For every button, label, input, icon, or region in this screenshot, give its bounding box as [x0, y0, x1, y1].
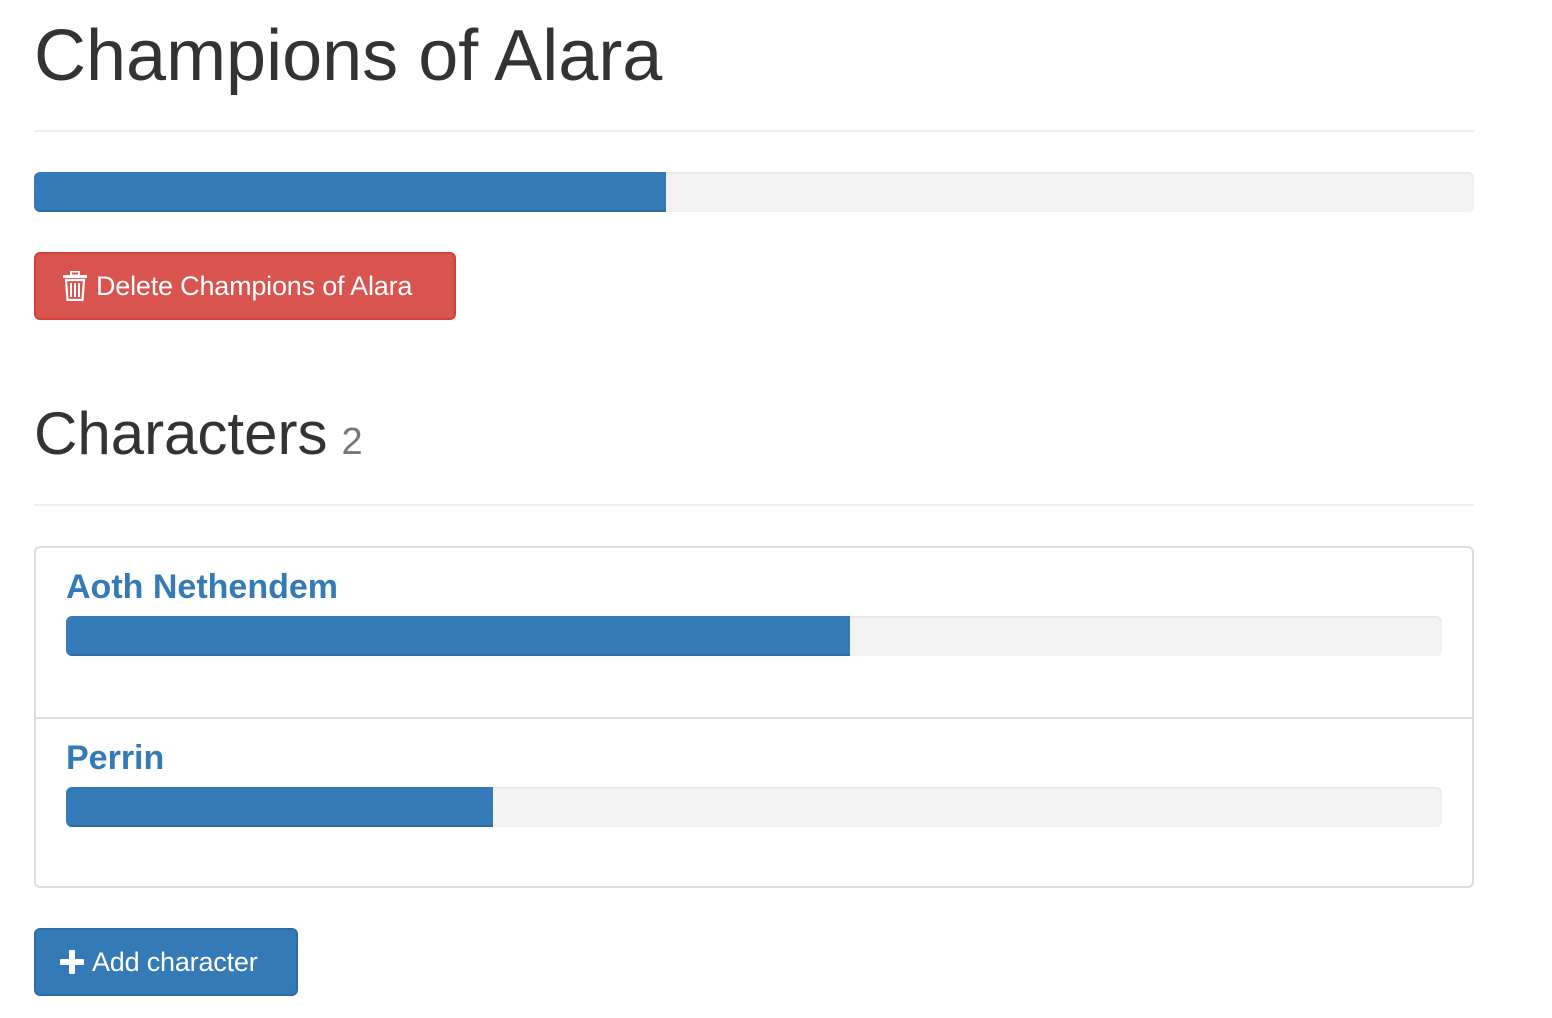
character-link[interactable]: Aoth Nethendem [66, 568, 338, 607]
characters-count: 2 [341, 421, 363, 463]
list-item: Aoth Nethendem [36, 548, 1472, 717]
character-progress [66, 616, 1442, 656]
campaign-progress-bar [34, 172, 667, 212]
delete-campaign-button[interactable]: Delete Champions of Alara [34, 252, 456, 320]
characters-divider [34, 504, 1474, 506]
add-character-button[interactable]: Add character [34, 928, 298, 996]
add-character-label: Add character [92, 946, 258, 977]
plus-icon [60, 950, 84, 974]
delete-campaign-label: Delete Champions of Alara [96, 270, 413, 301]
character-progress-bar [66, 787, 493, 827]
trash-icon [62, 271, 88, 301]
character-list: Aoth Nethendem Perrin [34, 546, 1474, 888]
list-item: Perrin [36, 717, 1472, 886]
page-title: Champions of Alara [34, 16, 663, 96]
characters-heading: Characters 2 [34, 404, 363, 464]
character-progress-bar [66, 616, 851, 656]
title-divider [34, 130, 1474, 132]
character-progress [66, 787, 1442, 827]
campaign-progress [34, 172, 1474, 212]
characters-heading-text: Characters [34, 400, 328, 467]
character-link[interactable]: Perrin [66, 739, 164, 778]
